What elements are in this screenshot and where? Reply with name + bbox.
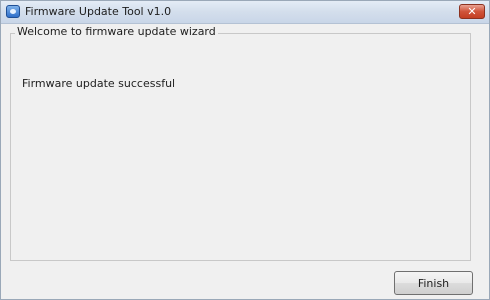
app-icon [6, 5, 20, 18]
wizard-group-box: Welcome to firmware update wizard Firmwa… [10, 25, 471, 261]
group-box-title: Welcome to firmware update wizard [15, 25, 218, 38]
firmware-update-window: Firmware Update Tool v1.0 ✕ Welcome to f… [0, 0, 490, 300]
close-button[interactable]: ✕ [459, 4, 485, 19]
status-message: Firmware update successful [22, 77, 176, 90]
finish-button[interactable]: Finish [394, 271, 473, 295]
title-bar[interactable]: Firmware Update Tool v1.0 ✕ [1, 1, 489, 24]
window-title: Firmware Update Tool v1.0 [25, 5, 172, 18]
